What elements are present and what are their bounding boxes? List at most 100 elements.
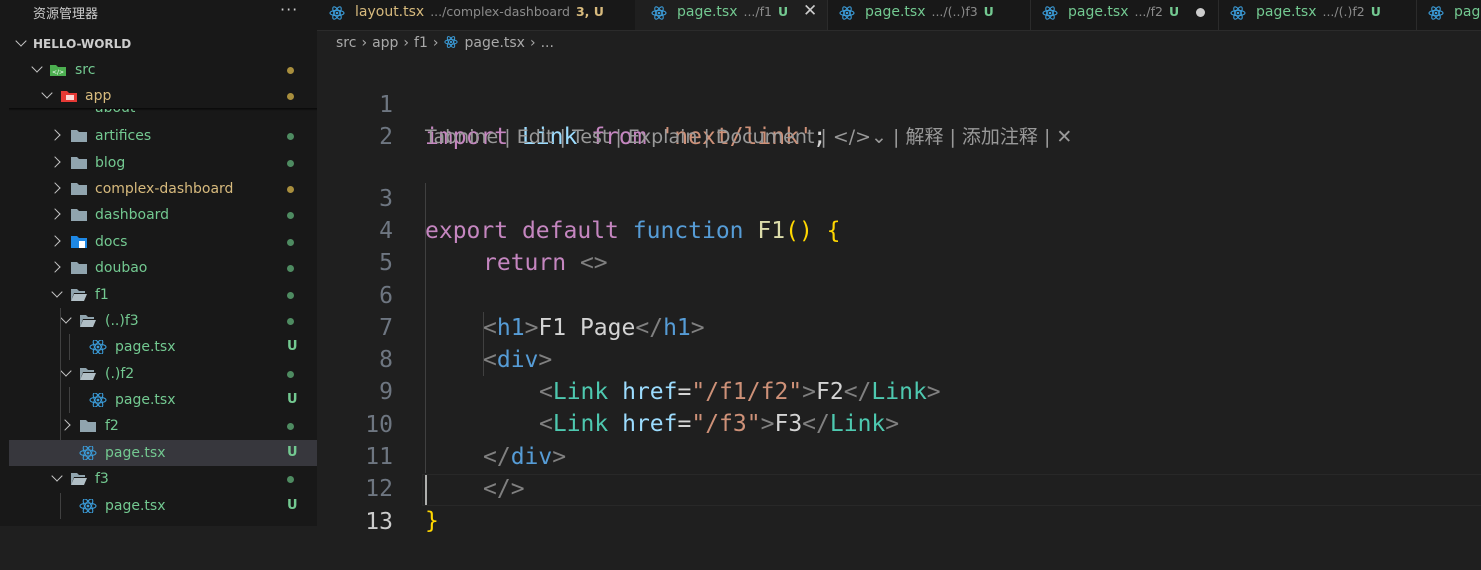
- more-actions-button[interactable]: ···: [280, 0, 298, 19]
- tree-item-docs[interactable]: docs: [9, 229, 317, 255]
- tree-item-src[interactable]: </> src: [9, 57, 317, 83]
- tab-page-tsx-truncated[interactable]: pag: [1416, 0, 1481, 30]
- app-folder-icon: [61, 91, 77, 102]
- tab-page-tsx-f1[interactable]: page.tsx .../f1 U ✕: [635, 0, 828, 30]
- unsaved-dot-icon[interactable]: [1196, 8, 1205, 17]
- chevron-right-icon: [49, 156, 61, 168]
- indent-guide: [69, 387, 70, 413]
- tab-label: layout.tsx .../complex-dashboard 3, U: [355, 0, 604, 24]
- tree-item-f3[interactable]: f3: [9, 466, 317, 492]
- folder-icon: [71, 209, 87, 221]
- git-untracked-dot: [287, 292, 294, 299]
- chevron-right-icon: ›: [403, 35, 410, 51]
- tree-item-page-tsx[interactable]: page.tsx U: [9, 334, 317, 360]
- tab-page-tsx-intercept-f3[interactable]: page.tsx .../(..)f3 U: [827, 0, 1031, 30]
- tree-item-label: about: [95, 109, 135, 121]
- tree-item-intercept-f3[interactable]: (..)f3: [9, 308, 317, 334]
- tree-item-label: f3: [95, 471, 109, 487]
- tree-item-about[interactable]: about: [9, 109, 317, 121]
- git-untracked-dot: [287, 212, 294, 219]
- tree-item-complex-dashboard[interactable]: complex-dashboard: [9, 176, 317, 202]
- chevron-right-icon: [49, 261, 61, 273]
- tree-item-doubao[interactable]: doubao: [9, 255, 317, 281]
- tab-label: page.tsx .../f2 U: [1068, 0, 1179, 24]
- git-modified-dot: [287, 93, 294, 100]
- code-line: 13: [317, 474, 1481, 535]
- tab-description: .../f1: [743, 4, 772, 19]
- close-icon[interactable]: ✕: [803, 0, 817, 23]
- chevron-right-icon: [49, 129, 61, 141]
- tab-layout-tsx[interactable]: layout.tsx .../complex-dashboard 3, U: [317, 0, 636, 30]
- line-number: 2: [379, 124, 393, 150]
- tree-item-label: f1: [95, 287, 109, 303]
- tree-item-label: docs: [95, 234, 128, 250]
- tabnine-codelens[interactable]: Tabnine | Edit | Test | Explain | Docume…: [425, 121, 1072, 153]
- git-untracked-dot: [287, 160, 294, 167]
- react-icon: [79, 446, 97, 460]
- git-modified-dot: [287, 186, 294, 193]
- tab-page-tsx-f2[interactable]: page.tsx .../f2 U: [1030, 0, 1219, 30]
- tab-badge: 3, U: [575, 4, 604, 19]
- react-icon: [89, 340, 107, 354]
- chevron-right-icon: [49, 182, 61, 194]
- chevron-right-icon: [49, 208, 61, 220]
- tab-filename: layout.tsx: [355, 4, 425, 20]
- tab-description: .../complex-dashboard: [430, 4, 570, 19]
- tree-item-dashboard[interactable]: dashboard: [9, 202, 317, 228]
- chevron-right-icon: [59, 419, 71, 431]
- folder-icon: [71, 262, 87, 274]
- breadcrumb-item[interactable]: ...: [541, 35, 554, 51]
- tree-item-page-tsx[interactable]: page.tsx U: [9, 493, 317, 519]
- react-icon: [89, 393, 107, 407]
- editor-tab-bar: layout.tsx .../complex-dashboard 3, U page…: [317, 0, 1481, 31]
- code-line: 9 <Link href="/f3">F3</Link>: [317, 344, 1481, 437]
- react-icon: [1428, 6, 1444, 20]
- folder-icon: [71, 130, 87, 142]
- tree-item-f2[interactable]: f2: [9, 413, 317, 439]
- chevron-right-icon: ›: [361, 35, 368, 51]
- folder-open-icon: [80, 315, 96, 327]
- punctuation: }: [425, 508, 439, 534]
- tree-item-label: page.tsx: [105, 498, 166, 514]
- tab-badge: U: [1370, 4, 1381, 19]
- tab-filename: page.tsx: [677, 4, 738, 20]
- tab-filename: page.tsx: [1256, 4, 1317, 20]
- tree-item-intercept-f2[interactable]: (.)f2: [9, 361, 317, 387]
- react-icon: [444, 36, 459, 48]
- code-line: 2: [317, 89, 1481, 150]
- code-line: 5: [317, 215, 1481, 276]
- git-modified-dot: [287, 67, 294, 74]
- react-icon: [839, 6, 855, 20]
- tree-item-app[interactable]: app: [9, 83, 317, 109]
- breadcrumb-item[interactable]: src: [336, 35, 356, 51]
- indent-guide: [60, 493, 61, 519]
- code-line: 12 }: [317, 441, 1481, 534]
- tree-item-page-tsx-selected[interactable]: page.tsx U: [9, 440, 317, 466]
- tree-item-f1[interactable]: f1: [9, 282, 317, 308]
- git-untracked-badge: U: [287, 339, 298, 354]
- chevron-right-icon: ›: [432, 35, 439, 51]
- tab-badge: U: [777, 4, 789, 19]
- tab-description: .../(..)f3: [931, 4, 978, 19]
- breadcrumb-item[interactable]: f1: [414, 35, 428, 51]
- code-editor[interactable]: 1 import Link from 'next/link'; 2 Tabnin…: [317, 56, 1481, 535]
- tab-label: pag: [1454, 0, 1480, 24]
- code-line: 4 return <>: [317, 183, 1481, 276]
- chevron-down-icon: [51, 470, 63, 482]
- git-untracked-dot: [287, 239, 294, 246]
- git-untracked-badge: U: [287, 498, 298, 513]
- chevron-right-icon: [49, 235, 61, 247]
- breadcrumb-item[interactable]: app: [372, 35, 398, 51]
- tree-item-artifices[interactable]: artifices: [9, 123, 317, 149]
- breadcrumb-item[interactable]: page.tsx: [464, 35, 524, 51]
- chevron-right-icon: ›: [529, 35, 536, 51]
- tab-page-tsx-intercept-f2[interactable]: page.tsx .../(.)f2 U: [1218, 0, 1417, 30]
- workspace-root[interactable]: HELLO-WORLD: [9, 31, 317, 57]
- tree-item-blog[interactable]: blog: [9, 150, 317, 176]
- react-icon: [1230, 6, 1246, 20]
- chevron-down-icon: [15, 35, 27, 47]
- tree-item-page-tsx[interactable]: page.tsx U: [9, 387, 317, 413]
- tree-item-label: (.)f2: [105, 366, 135, 382]
- tab-label: page.tsx .../f1 U: [677, 0, 788, 24]
- line-number: 13: [365, 509, 393, 535]
